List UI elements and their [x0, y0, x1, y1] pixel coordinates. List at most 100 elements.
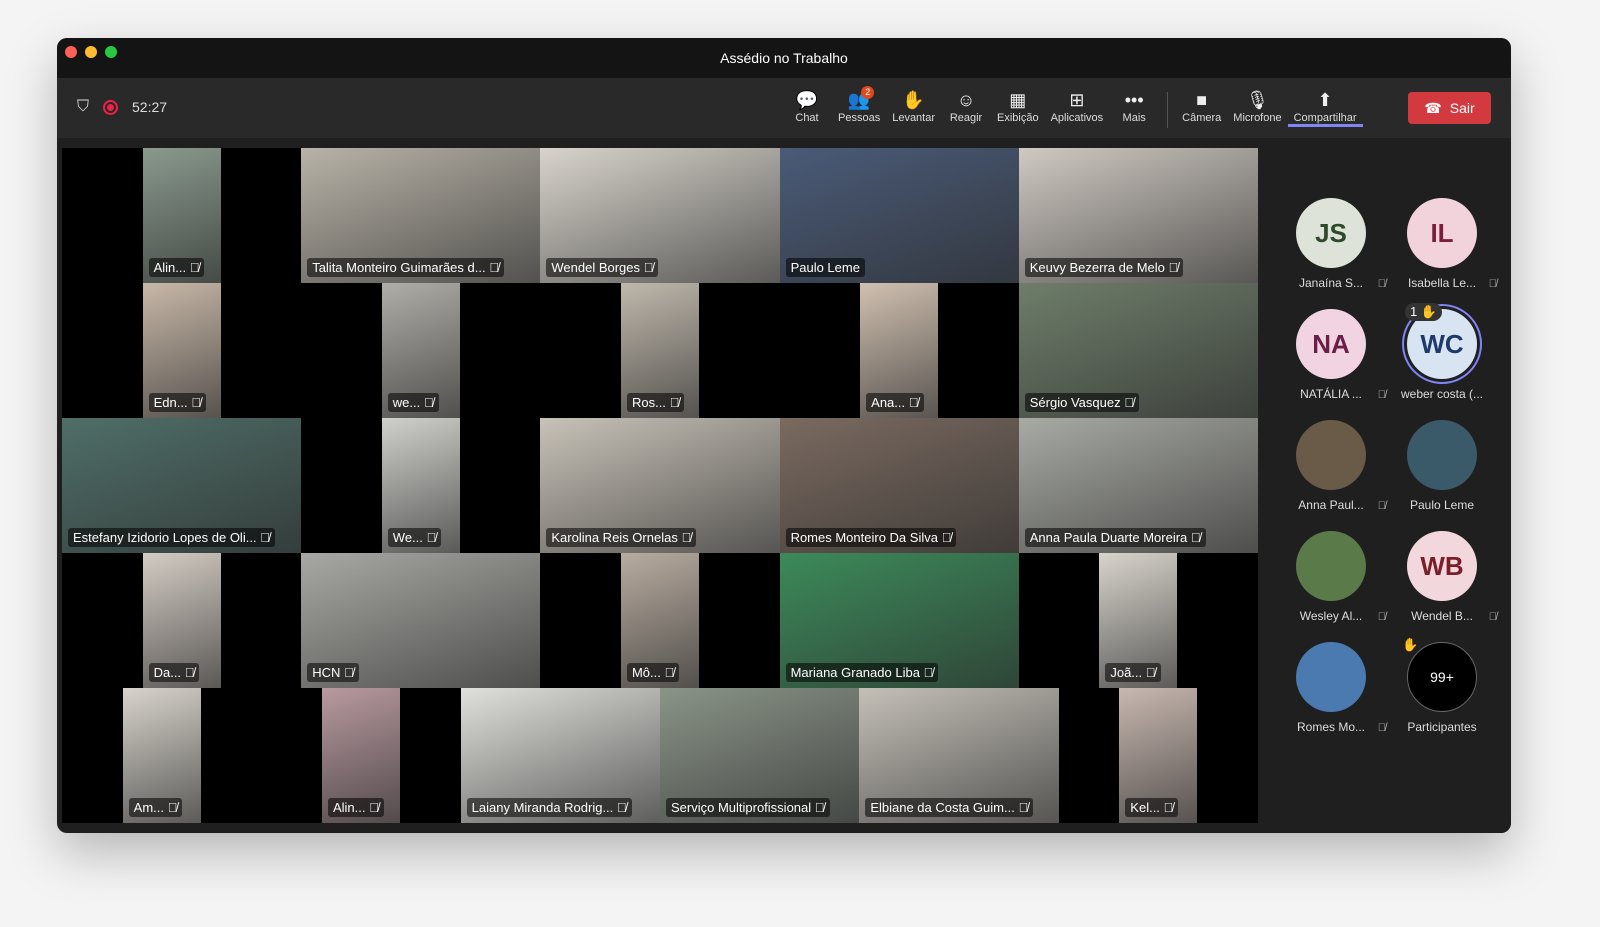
video-grid: Alin... 🎙̸ Talita Monteiro Guimarães d..… [62, 148, 1258, 823]
mic-off-icon: 🎙̸ [1168, 260, 1179, 275]
video-tile[interactable]: Karolina Reis Ornelas 🎙̸ [540, 418, 780, 553]
video-tile[interactable]: Alin... 🎙̸ [62, 148, 302, 283]
video-tile[interactable]: Serviço Multiprofissional 🎙̸ [659, 688, 860, 823]
participant-name-label: Talita Monteiro Guimarães d... 🎙̸ [307, 258, 504, 277]
add-app-icon: ⊞ [1069, 90, 1085, 110]
video-tile[interactable]: Paulo Leme [779, 148, 1019, 283]
video-tile[interactable]: Da... 🎙̸ [62, 553, 302, 688]
video-tile[interactable]: Kel... 🎙̸ [1058, 688, 1258, 823]
participant-name-label: Wendel Borges 🎙̸ [546, 258, 659, 277]
video-row: Da... 🎙̸ HCN 🎙̸ Mô... 🎙̸ Mariana Granado… [62, 553, 1258, 688]
video-tile[interactable]: Anna Paula Duarte Moreira 🎙̸ [1018, 418, 1258, 553]
toolbar-add-app-button[interactable]: ⊞ Aplicativos [1045, 88, 1110, 124]
more-icon: ••• [1124, 90, 1144, 110]
participant-avatar-item[interactable]: WB Wendel B... 🎙̸ [1387, 531, 1497, 623]
meeting-timer: 52:27 [132, 99, 168, 115]
toolbar-chat-button[interactable]: 💬 Chat [782, 88, 832, 124]
window-title: Assédio no Trabalho [720, 50, 848, 66]
toolbar-grid-button[interactable]: ▦ Exibição [991, 88, 1045, 124]
camera-icon: ■ [1196, 90, 1208, 110]
phone-hangup-icon: ☎ [1424, 99, 1442, 116]
participant-avatar-item[interactable]: 99+ ✋ Participantes [1387, 637, 1497, 734]
participant-avatar-item[interactable]: JS Janaína S... 🎙̸ [1276, 198, 1386, 290]
video-tile[interactable]: Ros... 🎙̸ [540, 283, 780, 418]
participant-name-label: Edn... 🎙̸ [148, 393, 206, 412]
divider [1167, 92, 1169, 128]
video-tile[interactable]: Laiany Miranda Rodrig... 🎙̸ [460, 688, 660, 823]
meeting-window: Assédio no Trabalho ⛉ 52:27 💬 Chat 👥 2 Pesso… [57, 38, 1511, 833]
mic-off-icon: 🎙̸ [1488, 611, 1497, 623]
toolbar-share-button[interactable]: ⬆ Compartilhar [1287, 88, 1363, 127]
participant-avatar-item[interactable]: NA NATÁLIA ... 🎙̸ [1276, 309, 1386, 401]
mic-off-icon: 🎙̸ [343, 665, 354, 680]
raise-hand-icon: ✋ [902, 90, 925, 110]
chat-icon: 💬 [795, 90, 819, 110]
participant-name-label: Ros... 🎙̸ [626, 393, 685, 412]
video-tile[interactable]: Am... 🎙̸ [62, 688, 262, 823]
video-tile[interactable]: Talita Monteiro Guimarães d... 🎙̸ [301, 148, 541, 283]
mic-off-icon: 🎙̸ [1377, 611, 1386, 623]
avatar: WB [1407, 531, 1477, 601]
video-tile[interactable]: Edn... 🎙̸ [62, 283, 302, 418]
mic-off-icon: 🎙 [1246, 90, 1269, 110]
participant-avatar-item[interactable]: Romes Mo... 🎙̸ [1276, 642, 1386, 734]
participant-avatar-item[interactable]: Wesley Al... 🎙̸ [1276, 531, 1386, 623]
maximize-button[interactable] [105, 46, 117, 58]
participant-name-label: Elbiane da Costa Guim... 🎙̸ [865, 798, 1034, 817]
leave-button[interactable]: ☎ Sair [1408, 92, 1491, 124]
video-tile[interactable]: Ana... 🎙̸ [779, 283, 1019, 418]
mic-off-icon: 🎙̸ [1488, 278, 1497, 290]
toolbar-people-button[interactable]: 👥 2 Pessoas [832, 86, 886, 124]
mic-off-icon: 🎙̸ [664, 665, 675, 680]
participant-name-label: We... 🎙̸ [387, 528, 442, 547]
video-row: Alin... 🎙̸ Talita Monteiro Guimarães d..… [62, 148, 1258, 283]
minimize-button[interactable] [85, 46, 97, 58]
toolbar-camera-button[interactable]: ■ Câmera [1176, 88, 1227, 124]
raised-hand-icon: ✋ [1402, 637, 1419, 652]
video-tile[interactable]: HCN 🎙̸ [301, 553, 541, 688]
mic-off-icon: 🎙̸ [189, 260, 200, 275]
participant-avatar-item[interactable]: IL Isabella Le... 🎙̸ [1387, 198, 1497, 290]
participant-name-label: Keuvy Bezerra de Melo 🎙̸ [1024, 258, 1184, 277]
video-tile[interactable]: Wendel Borges 🎙̸ [540, 148, 780, 283]
avatar: NA [1296, 309, 1366, 379]
shield-icon[interactable]: ⛉ [77, 98, 89, 116]
participant-avatar-item[interactable]: Paulo Leme [1387, 420, 1497, 512]
video-tile[interactable]: Alin... 🎙̸ [261, 688, 461, 823]
video-tile[interactable]: We... 🎙̸ [301, 418, 541, 553]
mic-off-icon: 🎙̸ [923, 665, 934, 680]
mic-off-icon: 🎙̸ [423, 395, 434, 410]
video-row: Estefany Izidorio Lopes de Oli... 🎙̸ We.… [62, 418, 1258, 553]
participant-name-label: Paulo Leme [785, 258, 865, 277]
participant-name-label: Karolina Reis Ornelas 🎙̸ [546, 528, 697, 547]
meeting-toolbar: ⛉ 52:27 💬 Chat 👥 2 Pessoas ✋ Levantar ☺ Reagir ▦ E… [57, 78, 1511, 138]
toolbar-more-button[interactable]: ••• Mais [1109, 88, 1159, 124]
participant-name-label: Alin... 🎙̸ [327, 798, 384, 817]
participant-avatar-item[interactable]: Anna Paul... 🎙̸ [1276, 420, 1386, 512]
video-tile[interactable]: Estefany Izidorio Lopes de Oli... 🎙̸ [62, 418, 302, 553]
video-tile[interactable]: Mô... 🎙̸ [540, 553, 780, 688]
mic-off-icon: 🎙̸ [184, 665, 195, 680]
video-tile[interactable]: Romes Monteiro Da Silva 🎙̸ [779, 418, 1019, 553]
toolbar-smiley-button[interactable]: ☺ Reagir [941, 88, 991, 124]
mic-off-icon: 🎙̸ [489, 260, 499, 275]
toolbar-mic-off-button[interactable]: 🎙 Microfone [1227, 88, 1287, 124]
share-icon: ⬆ [1317, 90, 1333, 110]
participant-avatar-item[interactable]: WC 1 ✋ weber costa (... [1387, 303, 1497, 401]
video-tile[interactable]: Keuvy Bezerra de Melo 🎙̸ [1018, 148, 1258, 283]
avatar [1296, 420, 1366, 490]
participant-name-label: Laiany Miranda Rodrig... 🎙̸ [466, 798, 632, 817]
participant-name-label: Serviço Multiprofissional 🎙̸ [665, 798, 830, 817]
toolbar-raise-hand-button[interactable]: ✋ Levantar [886, 88, 941, 124]
mic-off-icon: 🎙̸ [1163, 800, 1174, 815]
video-tile[interactable]: we... 🎙̸ [301, 283, 541, 418]
mic-off-icon: 🎙̸ [1377, 278, 1386, 290]
video-tile[interactable]: Elbiane da Costa Guim... 🎙̸ [859, 688, 1059, 823]
video-tile[interactable]: Joã... 🎙̸ [1018, 553, 1258, 688]
avatar [1296, 642, 1366, 712]
video-tile[interactable]: Mariana Granado Liba 🎙̸ [779, 553, 1019, 688]
video-tile[interactable]: Sérgio Vasquez 🎙̸ [1018, 283, 1258, 418]
close-button[interactable] [65, 46, 77, 58]
participant-name-label: Ana... 🎙̸ [866, 393, 924, 412]
participant-name-label: Alin... 🎙̸ [148, 258, 205, 277]
